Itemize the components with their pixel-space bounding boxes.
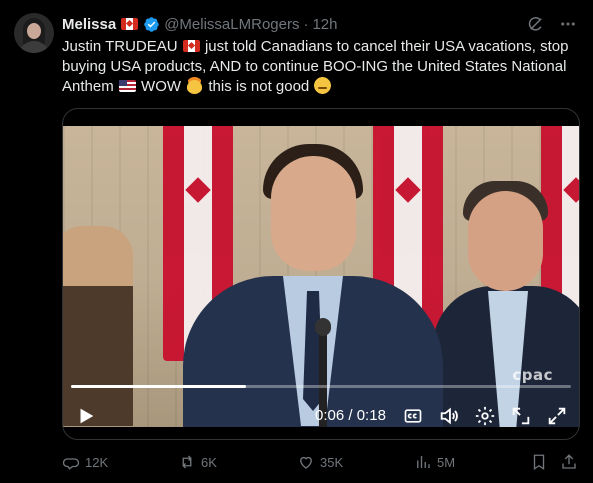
reply-button[interactable]: 12K [62,452,108,472]
video-controls: 0:06 / 0:18 [63,395,579,439]
canada-flag-icon [121,18,139,30]
video-person-right-head [468,191,543,291]
tweet-header: Melissa @MelissaLMRogers · 12h [62,14,577,34]
video-frame[interactable]: cpac [63,126,579,427]
video-current-time: 0:06 [315,407,345,424]
video-player[interactable]: cpac 0:06 / 0:18 [62,108,580,440]
heart-icon [300,456,312,469]
tweet-text-part4: this is not good [208,78,310,95]
exploding-head-emoji-icon [186,77,204,94]
us-flag-emoji-icon [118,80,136,92]
repost-count: 6K [201,454,217,470]
verified-badge-icon[interactable] [143,16,160,33]
separator-dot: · [303,15,309,33]
views-count: 5M [437,454,456,470]
video-progress-bar[interactable] [71,385,571,388]
repost-button[interactable]: 6K [178,452,217,472]
unamused-face-emoji-icon [314,77,332,94]
repost-icon [182,455,192,469]
tweet-text: Justin TRUDEAU just told Canadians to ca… [62,37,582,97]
views-chart-icon [417,456,430,468]
tweet-text-part3: WOW [141,78,182,95]
like-button[interactable]: 35K [297,452,343,472]
video-person-main-head [271,156,356,271]
author-handle[interactable]: @MelissaLMRogers [164,16,299,33]
volume-button[interactable] [438,405,460,427]
fullscreen-icon[interactable] [546,405,568,427]
settings-gear-icon[interactable] [474,405,496,427]
video-microphone-head [315,318,331,336]
bookmark-icon [533,454,545,471]
video-duration: 0:18 [356,407,386,424]
reply-icon [62,458,80,470]
bookmark-button[interactable] [530,452,548,472]
reply-count: 12K [85,454,109,470]
share-icon [562,454,576,469]
play-button[interactable] [75,405,97,427]
share-button[interactable] [560,452,578,472]
timestamp[interactable]: 12h [312,16,337,33]
grok-icon[interactable] [527,15,545,33]
tweet-actions: 12K 6K 35K 5M [62,452,582,472]
video-time-separator: / [344,407,357,424]
cpac-watermark: cpac [512,366,553,384]
tweet-text-part1: Justin TRUDEAU [62,38,178,55]
video-time-display: 0:06 / 0:18 [315,407,386,424]
more-options-icon[interactable] [559,15,577,33]
like-count: 35K [320,454,344,470]
avatar[interactable] [14,13,54,53]
views-button[interactable]: 5M [414,452,455,472]
avatar-face [27,23,41,39]
captions-button[interactable] [403,406,423,426]
author-name[interactable]: Melissa [62,16,116,33]
canada-flag-emoji-icon [182,40,200,52]
picture-in-picture-icon[interactable] [510,405,532,427]
video-progress-fill [71,385,246,388]
